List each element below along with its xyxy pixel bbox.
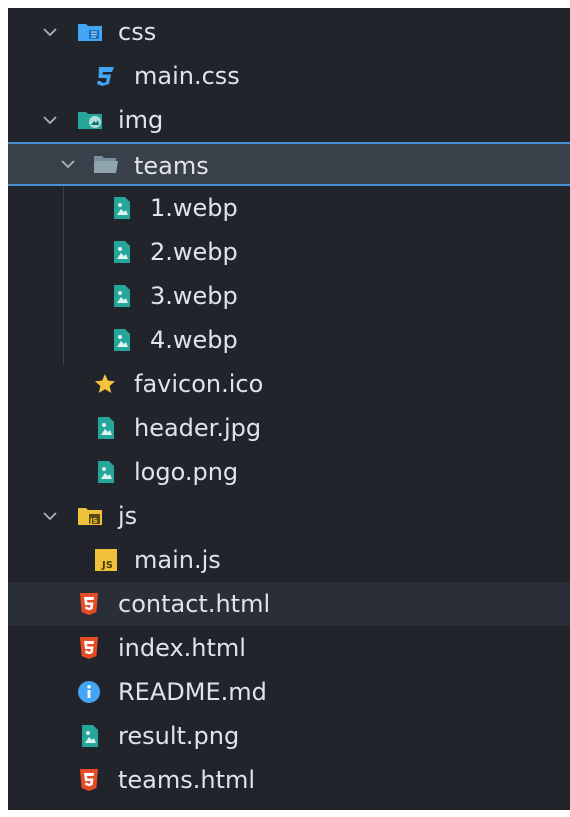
chevron-down-icon[interactable] — [58, 154, 78, 174]
tree-item-label: teams — [134, 152, 209, 180]
tree-item-label: index.html — [118, 634, 246, 662]
tree-item-label: 1.webp — [150, 194, 238, 222]
tree-item-label: main.js — [134, 546, 221, 574]
html5-icon — [76, 767, 102, 793]
info-icon — [76, 679, 102, 705]
tree-item-label: img — [118, 106, 164, 134]
image-file-icon — [109, 195, 135, 221]
image-file-icon — [93, 415, 119, 441]
chevron-down-icon[interactable] — [40, 506, 60, 526]
css-file-icon — [92, 63, 118, 89]
css-folder-icon — [77, 19, 103, 45]
tree-file-3-webp[interactable]: 3.webp — [8, 274, 570, 318]
tree-folder-js[interactable]: JS js — [8, 494, 570, 538]
folder-icon — [93, 151, 119, 177]
tree-item-label: css — [118, 18, 157, 46]
tree-file-main-css[interactable]: main.css — [8, 54, 570, 98]
image-file-icon — [109, 283, 135, 309]
svg-text:JS: JS — [101, 560, 113, 571]
tree-file-main-js[interactable]: JS main.js — [8, 538, 570, 582]
tree-item-label: contact.html — [118, 590, 271, 618]
html5-icon — [76, 635, 102, 661]
tree-item-label: main.css — [134, 62, 240, 90]
tree-item-label: favicon.ico — [134, 370, 264, 398]
tree-file-teams-html[interactable]: teams.html — [8, 758, 570, 802]
tree-file-1-webp[interactable]: 1.webp — [8, 186, 570, 230]
file-explorer: css main.css img teams 1.webp 2.webp 3.w… — [8, 8, 570, 810]
tree-item-label: README.md — [118, 678, 267, 706]
image-file-icon — [77, 723, 103, 749]
tree-file-logo-png[interactable]: logo.png — [8, 450, 570, 494]
tree-file-result-png[interactable]: result.png — [8, 714, 570, 758]
tree-file-favicon-ico[interactable]: favicon.ico — [8, 362, 570, 406]
star-icon — [92, 371, 118, 397]
tree-item-label: result.png — [118, 722, 240, 750]
tree-item-label: js — [118, 502, 138, 530]
image-file-icon — [109, 327, 135, 353]
tree-file-contact-html[interactable]: contact.html — [8, 582, 570, 626]
tree-file-index-html[interactable]: index.html — [8, 626, 570, 670]
svg-text:JS: JS — [89, 517, 98, 525]
tree-file-4-webp[interactable]: 4.webp — [8, 318, 570, 362]
js-file-icon: JS — [93, 547, 119, 573]
chevron-down-icon[interactable] — [40, 110, 60, 130]
html5-icon — [76, 591, 102, 617]
chevron-down-icon[interactable] — [40, 22, 60, 42]
image-folder-icon — [77, 107, 103, 133]
tree-file-header-jpg[interactable]: header.jpg — [8, 406, 570, 450]
tree-file-2-webp[interactable]: 2.webp — [8, 230, 570, 274]
tree-folder-teams[interactable]: teams — [8, 142, 570, 186]
tree-item-label: 2.webp — [150, 238, 238, 266]
tree-item-label: 3.webp — [150, 282, 238, 310]
tree-item-label: 4.webp — [150, 326, 238, 354]
image-file-icon — [93, 459, 119, 485]
image-file-icon — [109, 239, 135, 265]
tree-folder-img[interactable]: img — [8, 98, 570, 142]
tree-item-label: teams.html — [118, 766, 256, 794]
tree-file-readme-md[interactable]: README.md — [8, 670, 570, 714]
js-folder-icon: JS — [77, 503, 103, 529]
tree-item-label: header.jpg — [134, 414, 262, 442]
tree-folder-css[interactable]: css — [8, 10, 570, 54]
tree-item-label: logo.png — [134, 458, 239, 486]
